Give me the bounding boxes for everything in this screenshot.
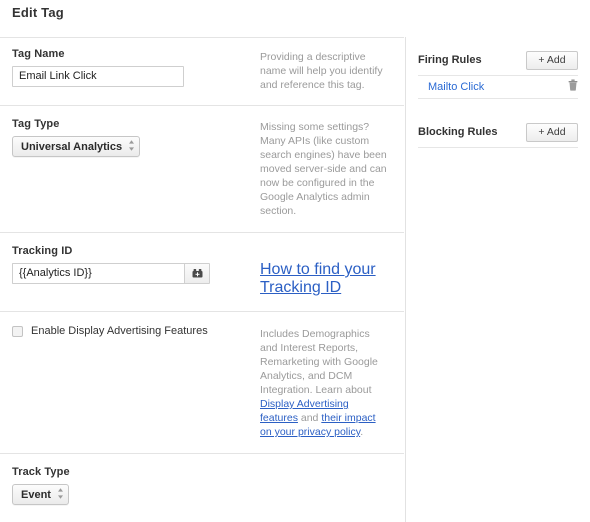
firing-rule-row: Mailto Click: [418, 75, 578, 99]
tracking-id-label: Tracking ID: [12, 245, 73, 257]
tag-name-label: Tag Name: [12, 48, 65, 60]
tag-type-help: Missing some settings? Many APIs (like c…: [260, 121, 387, 217]
firing-rules-title: Firing Rules: [418, 54, 482, 66]
track-type-label: Track Type: [12, 466, 70, 478]
display-advertising-help-suffix: .: [360, 426, 364, 438]
track-type-select[interactable]: Event: [12, 484, 69, 505]
tag-type-select-value: Universal Analytics: [21, 140, 123, 153]
blocking-rules-block: Blocking Rules + Add: [406, 117, 590, 148]
how-to-find-tracking-id-link[interactable]: How to find your Tracking ID: [260, 261, 376, 296]
firing-rule-name-link[interactable]: Mailto Click: [428, 81, 484, 93]
section-tracking-id: Tracking ID {{Analytics ID}} How to find…: [0, 232, 404, 311]
page-title: Edit Tag: [12, 5, 64, 20]
tag-name-help: Providing a descriptive name will help y…: [260, 51, 383, 91]
rules-spacer: [406, 99, 590, 117]
tag-type-label: Tag Type: [12, 118, 60, 130]
trash-icon[interactable]: [568, 78, 578, 96]
display-advertising-help-middle: and: [297, 412, 322, 424]
track-type-select-value: Event: [21, 488, 51, 501]
blocking-rules-divider: [418, 147, 578, 148]
section-tag-name: Tag Name Providing a descriptive name wi…: [0, 37, 404, 105]
edit-tag-page: Edit Tag Tag Name Providing a descriptiv…: [0, 0, 590, 522]
tag-settings-column: Tag Name Providing a descriptive name wi…: [0, 37, 404, 522]
blocking-rules-add-button[interactable]: + Add: [526, 122, 578, 142]
stepper-arrows-icon: [57, 487, 64, 503]
section-display-advertising: Enable Display Advertising Features Incl…: [0, 311, 404, 453]
stepper-arrows-icon: [128, 139, 135, 155]
firing-rules-block: Firing Rules + Add Mailto Click: [406, 37, 590, 99]
variable-block-icon-button[interactable]: [184, 263, 210, 284]
rules-column: Firing Rules + Add Mailto Click Blocking…: [405, 37, 590, 522]
enable-display-advertising-checkbox[interactable]: [12, 326, 23, 337]
display-advertising-help-prefix: Includes Demographics and Interest Repor…: [260, 328, 378, 396]
variable-block-icon: [191, 268, 204, 279]
section-tag-type: Tag Type Universal Analytics Missing som…: [0, 105, 404, 232]
blocking-rules-title: Blocking Rules: [418, 126, 498, 138]
tag-name-input[interactable]: [12, 66, 184, 87]
section-track-type: Track Type Event Event Tracking Paramete…: [0, 453, 404, 522]
tag-type-select[interactable]: Universal Analytics: [12, 136, 141, 157]
firing-rules-add-button[interactable]: + Add: [526, 50, 578, 70]
display-advertising-help: Includes Demographics and Interest Repor…: [260, 327, 388, 439]
tracking-id-input[interactable]: [12, 263, 184, 284]
enable-display-advertising-label: Enable Display Advertising Features: [31, 325, 208, 337]
